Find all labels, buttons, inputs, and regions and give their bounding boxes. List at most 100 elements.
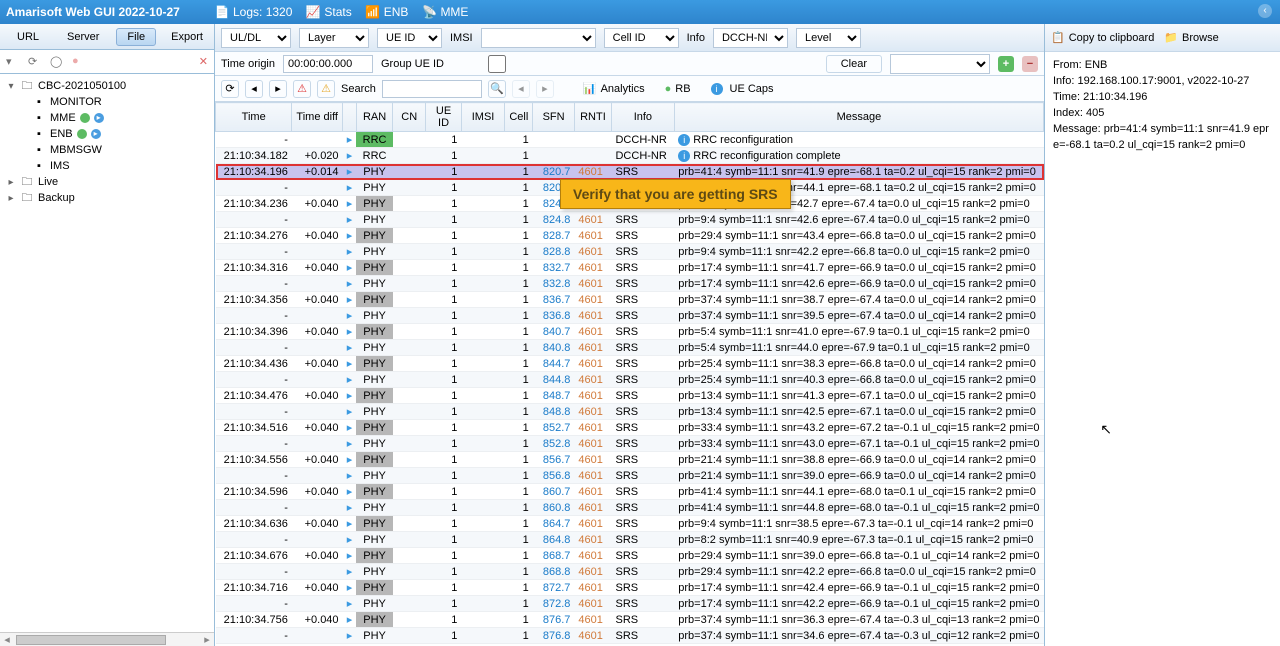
top-tab[interactable]: 📡MME bbox=[422, 5, 468, 19]
file-tab[interactable]: File bbox=[116, 28, 156, 46]
binoculars-icon[interactable]: 🔍 bbox=[488, 80, 506, 98]
table-row[interactable]: 21:10:34.636+0.040PHY11864.74601SRSprb=9… bbox=[216, 516, 1044, 532]
level-select[interactable]: Level bbox=[796, 28, 861, 48]
nav-next-icon[interactable]: ▸ bbox=[269, 80, 287, 98]
table-row[interactable]: 21:10:34.716+0.040PHY11872.74601SRSprb=1… bbox=[216, 580, 1044, 596]
export-button[interactable]: Export bbox=[162, 28, 212, 46]
table-row[interactable]: 21:10:34.276+0.040PHY11828.74601SRSprb=2… bbox=[216, 228, 1044, 244]
remove-icon[interactable]: − bbox=[1022, 56, 1038, 72]
scroll-left-icon[interactable]: ◂ bbox=[0, 633, 14, 646]
tree-node[interactable]: ▸🗀Backup bbox=[2, 190, 212, 206]
column-header[interactable]: Message bbox=[674, 103, 1043, 132]
imsi-select[interactable] bbox=[481, 28, 596, 48]
table-row[interactable]: -PHY11832.84601SRSprb=17:4 symb=11:1 snr… bbox=[216, 276, 1044, 292]
table-row[interactable]: -PHY11868.84601SRSprb=29:4 symb=11:1 snr… bbox=[216, 564, 1044, 580]
column-header[interactable]: SFN bbox=[533, 103, 575, 132]
top-tab[interactable]: 📈Stats bbox=[306, 5, 351, 19]
nav-refresh-icon[interactable]: ⟳ bbox=[221, 80, 239, 98]
url-tab[interactable]: URL bbox=[6, 28, 50, 46]
close-icon[interactable]: ✕ bbox=[199, 55, 208, 68]
table-row[interactable]: -PHY11828.84601SRSprb=9:4 symb=11:1 snr=… bbox=[216, 244, 1044, 260]
column-header[interactable]: RAN bbox=[356, 103, 392, 132]
column-header[interactable]: IMSI bbox=[461, 103, 504, 132]
table-row[interactable]: 21:10:34.596+0.040PHY11860.74601SRSprb=4… bbox=[216, 484, 1044, 500]
nav-prev-icon[interactable]: ◂ bbox=[245, 80, 263, 98]
table-row[interactable]: -PHY11856.84601SRSprb=21:4 symb=11:1 snr… bbox=[216, 468, 1044, 484]
top-tab[interactable]: 📄Logs: 1320 bbox=[215, 5, 292, 19]
server-tab[interactable]: Server bbox=[56, 28, 110, 46]
clear-button[interactable]: Clear bbox=[826, 55, 882, 73]
dot-icon[interactable]: ◯ bbox=[50, 55, 64, 69]
collapse-left-icon[interactable]: ‹ bbox=[1258, 4, 1272, 18]
table-row[interactable]: 21:10:34.196+0.014PHY11820.74601SRSprb=4… bbox=[216, 164, 1044, 180]
table-row[interactable]: 21:10:34.316+0.040PHY11832.74601SRSprb=1… bbox=[216, 260, 1044, 276]
table-row[interactable]: -PHY11864.84601SRSprb=8:2 symb=11:1 snr=… bbox=[216, 532, 1044, 548]
add-icon[interactable]: + bbox=[998, 56, 1014, 72]
table-row[interactable]: 21:10:34.356+0.040PHY11836.74601SRSprb=3… bbox=[216, 292, 1044, 308]
table-row[interactable]: 21:10:34.476+0.040PHY11848.74601SRSprb=1… bbox=[216, 388, 1044, 404]
detail-msg: Message: prb=41:4 symb=11:1 snr=41.9 epr… bbox=[1053, 122, 1272, 154]
search-next-icon[interactable]: ▸ bbox=[536, 80, 554, 98]
tree-node[interactable]: ▪ENB ▸ bbox=[2, 126, 212, 142]
expand-all-icon[interactable]: ▾ bbox=[6, 55, 20, 69]
uecaps-button[interactable]: iUE Caps bbox=[704, 80, 781, 98]
column-header[interactable]: Info bbox=[611, 103, 674, 132]
table-row[interactable]: -RRC11DCCH-NRiRRC reconfiguration bbox=[216, 132, 1044, 148]
direction-icon bbox=[347, 566, 353, 578]
nav-warn-icon[interactable]: ⚠ bbox=[317, 80, 335, 98]
table-row[interactable]: 21:10:34.556+0.040PHY11856.74601SRSprb=2… bbox=[216, 452, 1044, 468]
time-origin-input[interactable] bbox=[283, 55, 373, 73]
table-row[interactable]: -PHY11824.84601SRSprb=9:4 symb=11:1 snr=… bbox=[216, 212, 1044, 228]
record-icon[interactable]: ● bbox=[72, 55, 86, 69]
top-tab[interactable]: 📶ENB bbox=[366, 5, 409, 19]
file-tree: ▾ 🗀 CBC-2021050100 ▪MONITOR▪MME ▸▪ENB ▸▪… bbox=[0, 74, 214, 632]
table-row[interactable]: -PHY11872.84601SRSprb=17:4 symb=11:1 snr… bbox=[216, 596, 1044, 612]
table-row[interactable]: -PHY11848.84601SRSprb=13:4 symb=11:1 snr… bbox=[216, 404, 1044, 420]
column-header[interactable]: Time bbox=[216, 103, 292, 132]
table-row[interactable]: 21:10:34.676+0.040PHY11868.74601SRSprb=2… bbox=[216, 548, 1044, 564]
tree-node[interactable]: ▸🗀Live bbox=[2, 174, 212, 190]
column-header[interactable]: CN bbox=[393, 103, 426, 132]
tree-node[interactable]: ▪MONITOR bbox=[2, 94, 212, 110]
search-input[interactable] bbox=[382, 80, 482, 98]
table-row[interactable]: 21:10:34.516+0.040PHY11852.74601SRSprb=3… bbox=[216, 420, 1044, 436]
scroll-right-icon[interactable]: ▸ bbox=[200, 633, 214, 646]
copy-button[interactable]: 📋Copy to clipboard bbox=[1051, 31, 1154, 44]
analytics-button[interactable]: 📊Analytics bbox=[576, 79, 652, 98]
column-header[interactable]: Time diff bbox=[292, 103, 343, 132]
scroll-thumb[interactable] bbox=[16, 635, 166, 645]
h-scrollbar[interactable]: ◂ ▸ bbox=[0, 632, 214, 646]
column-header[interactable] bbox=[343, 103, 357, 132]
table-row[interactable]: -PHY11844.84601SRSprb=25:4 symb=11:1 snr… bbox=[216, 372, 1044, 388]
tree-root[interactable]: ▾ 🗀 CBC-2021050100 bbox=[2, 78, 212, 94]
search-prev-icon[interactable]: ◂ bbox=[512, 80, 530, 98]
column-header[interactable]: Cell bbox=[505, 103, 533, 132]
table-row[interactable]: -PHY11876.84601SRSprb=37:4 symb=11:1 snr… bbox=[216, 628, 1044, 644]
refresh-icon[interactable]: ⟳ bbox=[28, 55, 42, 69]
group-ueid-checkbox[interactable] bbox=[452, 55, 542, 73]
column-header[interactable]: RNTI bbox=[574, 103, 611, 132]
table-row[interactable]: -PHY11840.84601SRSprb=5:4 symb=11:1 snr=… bbox=[216, 340, 1044, 356]
browse-button[interactable]: 📁Browse bbox=[1164, 31, 1218, 44]
table-row[interactable]: 21:10:34.436+0.040PHY11844.74601SRSprb=2… bbox=[216, 356, 1044, 372]
column-header[interactable]: UE ID bbox=[426, 103, 462, 132]
layer-select[interactable]: Layer bbox=[299, 28, 369, 48]
rb-button[interactable]: ●RB bbox=[658, 80, 698, 98]
table-row[interactable]: 21:10:34.182+0.020RRC11DCCH-NRiRRC recon… bbox=[216, 148, 1044, 164]
folder-icon: 🗀 bbox=[20, 175, 34, 189]
tree-node[interactable]: ▪MBMSGW bbox=[2, 142, 212, 158]
nav-error-icon[interactable]: ⚠ bbox=[293, 80, 311, 98]
tree-node[interactable]: ▪IMS bbox=[2, 158, 212, 174]
table-row[interactable]: 21:10:34.756+0.040PHY11876.74601SRSprb=3… bbox=[216, 612, 1044, 628]
ueid-select[interactable]: UE ID bbox=[377, 28, 442, 48]
clear-history-select[interactable] bbox=[890, 54, 990, 74]
info-select[interactable]: DCCH-NR. bbox=[713, 28, 788, 48]
table-row[interactable]: 21:10:34.396+0.040PHY11840.74601SRSprb=5… bbox=[216, 324, 1044, 340]
cellid-select[interactable]: Cell ID bbox=[604, 28, 679, 48]
tree-node[interactable]: ▪MME ▸ bbox=[2, 110, 212, 126]
table-row[interactable]: -PHY11836.84601SRSprb=37:4 symb=11:1 snr… bbox=[216, 308, 1044, 324]
uldl-select[interactable]: UL/DL bbox=[221, 28, 291, 48]
info-icon: i bbox=[678, 150, 690, 162]
table-row[interactable]: -PHY11852.84601SRSprb=33:4 symb=11:1 snr… bbox=[216, 436, 1044, 452]
table-row[interactable]: -PHY11860.84601SRSprb=41:4 symb=11:1 snr… bbox=[216, 500, 1044, 516]
